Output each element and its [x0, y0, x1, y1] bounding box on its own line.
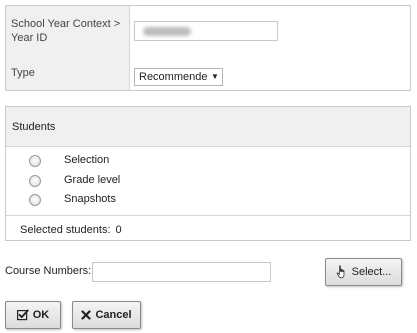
selected-students-label: Selected students:	[20, 224, 111, 236]
radio-label: Grade level	[64, 174, 121, 186]
radio-button[interactable]	[29, 175, 41, 187]
ok-button[interactable]: OK	[5, 301, 61, 329]
type-select-value: Recommended	[139, 71, 214, 83]
radio-label: Snapshots	[64, 193, 116, 205]
course-numbers-input[interactable]	[92, 262, 271, 282]
radio-button[interactable]	[29, 194, 41, 206]
radio-label: Selection	[64, 154, 110, 166]
cancel-button-label: Cancel	[95, 309, 132, 321]
type-label: Type	[11, 67, 35, 79]
year-id-input[interactable]	[134, 21, 278, 41]
close-icon	[81, 310, 92, 320]
type-select[interactable]: Recommended ▼	[134, 68, 223, 86]
year-id-label: School Year Context > Year ID	[11, 18, 121, 44]
label-column: School Year Context > Year ID Type	[6, 6, 130, 90]
select-button-label: Select...	[351, 266, 392, 278]
hand-pointer-icon	[336, 265, 348, 279]
settings-panel: School Year Context > Year ID Type Recom…	[5, 5, 411, 91]
students-panel: Students Selection Grade level Snapshots…	[5, 106, 411, 241]
dropdown-arrow-icon[interactable]: ▼	[208, 69, 222, 85]
select-button[interactable]: Select...	[325, 258, 402, 286]
redacted-value	[143, 27, 191, 36]
course-numbers-label: Course Numbers:	[5, 265, 92, 277]
radio-button[interactable]	[29, 155, 41, 167]
selected-students-status: Selected students: 0	[6, 215, 410, 240]
cancel-button[interactable]: Cancel	[72, 301, 141, 329]
ok-button-label: OK	[32, 309, 50, 321]
checkbox-check-icon	[16, 309, 29, 321]
selected-students-count: 0	[115, 224, 122, 236]
students-header: Students	[6, 107, 410, 147]
